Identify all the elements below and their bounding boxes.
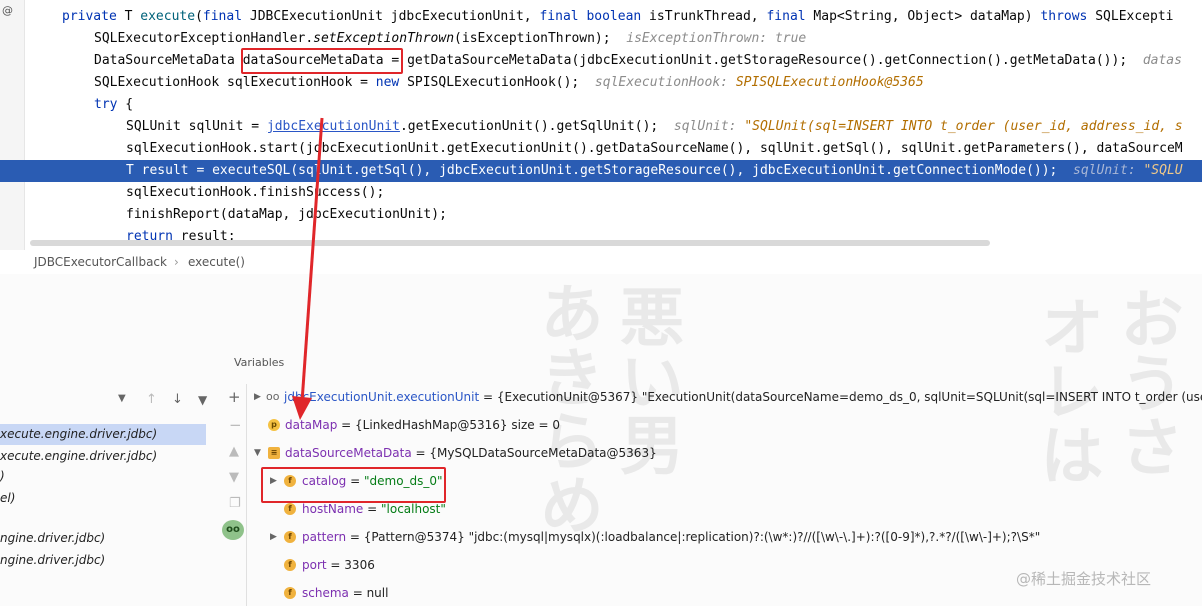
annotation-arrow	[292, 117, 324, 420]
site-watermark: @稀土掘金技术社区	[1016, 570, 1152, 588]
